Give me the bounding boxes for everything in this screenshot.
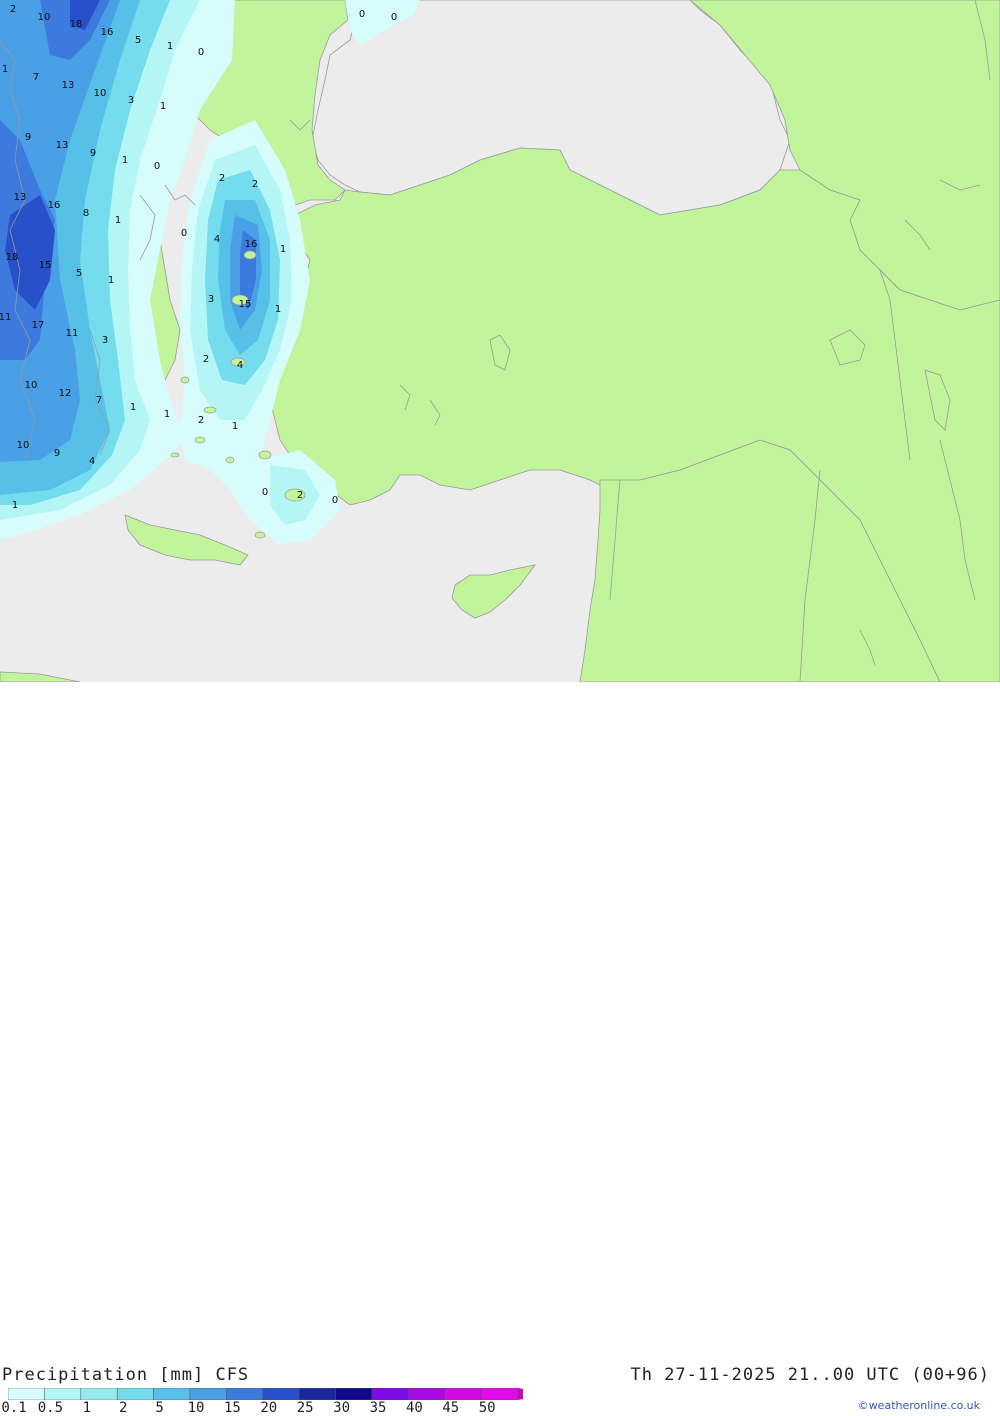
contour-label: 1 (160, 101, 166, 112)
legend-swatch (226, 1388, 264, 1400)
contour-label: 15 (39, 260, 52, 271)
contour-label: 10 (94, 88, 107, 99)
contour-label: 15 (239, 299, 252, 310)
contour-label: 7 (33, 72, 39, 83)
valid-time: Th 27-11-2025 21..00 UTC (00+96) (630, 1365, 990, 1385)
legend-ticks: 0.1 0.5 1 2 5 10 15 20 25 30 35 40 45 50 (0, 1400, 540, 1416)
contour-label: 11 (0, 312, 11, 323)
legend-swatch (480, 1388, 518, 1400)
color-legend (8, 1388, 523, 1400)
contour-label: 1 (115, 215, 121, 226)
contour-label: 0 (332, 495, 338, 506)
legend-swatch (298, 1388, 336, 1400)
contour-label: 1 (122, 155, 128, 166)
legend-tick-label: 25 (296, 1400, 314, 1416)
legend-swatch (80, 1388, 118, 1400)
contour-label: 4 (237, 360, 243, 371)
legend-swatch (408, 1388, 446, 1400)
contour-label: 7 (96, 395, 102, 406)
contour-label: 1 (2, 64, 8, 75)
contour-label: 5 (76, 268, 82, 279)
contour-label: 2 (203, 354, 209, 365)
legend-swatch (262, 1388, 300, 1400)
contour-label: 0 (154, 161, 160, 172)
map-title: Precipitation [mm] CFS (2, 1365, 250, 1385)
contour-label: 1 (108, 275, 114, 286)
legend-swatch (444, 1388, 482, 1400)
legend-swatch (371, 1388, 409, 1400)
contour-label: 13 (56, 140, 69, 151)
legend-tick-label: 20 (260, 1400, 278, 1416)
legend-swatch (153, 1388, 191, 1400)
contour-label: 10 (25, 380, 38, 391)
legend-swatch (8, 1388, 45, 1400)
contour-label: 17 (32, 320, 45, 331)
legend-tick-label: 0.5 (37, 1400, 64, 1416)
contour-label: 1 (164, 409, 170, 420)
contour-label: 2 (198, 415, 204, 426)
contour-label: 2 (297, 490, 303, 501)
contour-label: 0 (359, 9, 365, 20)
legend-tick-label: 50 (478, 1400, 496, 1416)
contour-label: 3 (128, 95, 134, 106)
contour-label: 1 (167, 41, 173, 52)
contour-label: 12 (59, 388, 72, 399)
legend-tick-label: 30 (333, 1400, 351, 1416)
legend-tick-label: 45 (442, 1400, 460, 1416)
legend-swatch (189, 1388, 227, 1400)
contour-label: 2 (252, 179, 258, 190)
legend-tick-label: 10 (187, 1400, 205, 1416)
contour-label: 3 (208, 294, 214, 305)
contour-label: 4 (89, 456, 95, 467)
contour-label: 0 (181, 228, 187, 239)
legend-tick-label: 15 (223, 1400, 241, 1416)
legend-tick-label: 2 (118, 1400, 128, 1416)
contour-label: 3 (102, 335, 108, 346)
contour-label: 13 (14, 192, 27, 203)
contour-label: 9 (90, 148, 96, 159)
contour-label: 0 (198, 47, 204, 58)
contour-label: 10 (38, 12, 51, 23)
legend-swatch (116, 1388, 154, 1400)
legend-tick-label: 1 (82, 1400, 92, 1416)
contour-label: 4 (214, 234, 220, 245)
contour-label: 16 (48, 200, 61, 211)
contour-label: 18 (6, 252, 19, 263)
contour-label: 11 (66, 328, 79, 339)
legend-tick-label: 40 (405, 1400, 423, 1416)
contour-label: 1 (275, 304, 281, 315)
contour-label: 10 (17, 440, 30, 451)
credit-link[interactable]: ©weatheronline.co.uk (858, 1399, 980, 1412)
contour-label: 1 (232, 421, 238, 432)
legend-tick-label: 5 (155, 1400, 164, 1416)
legend-tick-label: 0.1 (1, 1400, 27, 1416)
map-footer: Precipitation [mm] CFS Th 27-11-2025 21.… (0, 682, 1000, 1416)
contour-label: 2 (219, 173, 225, 184)
contour-label: 8 (83, 208, 89, 219)
contour-label: 0 (391, 12, 397, 23)
contour-label: 1 (12, 500, 18, 511)
legend-arrow (517, 1388, 523, 1400)
contour-label: 2 (10, 4, 16, 15)
legend-swatch (44, 1388, 82, 1400)
contour-label: 16 (245, 239, 258, 250)
legend-swatch (335, 1388, 373, 1400)
legend-tick-label: 35 (369, 1400, 387, 1416)
contour-label: 0 (262, 487, 268, 498)
contour-label: 9 (54, 448, 60, 459)
contour-label: 1 (280, 244, 286, 255)
contour-label: 1 (130, 402, 136, 413)
precipitation-map: 21018165100 0171310319139102213168104 16 11… (0, 0, 1000, 682)
contour-label: 13 (62, 80, 75, 91)
contour-label: 18 (70, 19, 83, 30)
contour-label: 9 (25, 132, 31, 143)
contour-label: 16 (101, 27, 114, 38)
contour-label: 5 (135, 35, 141, 46)
